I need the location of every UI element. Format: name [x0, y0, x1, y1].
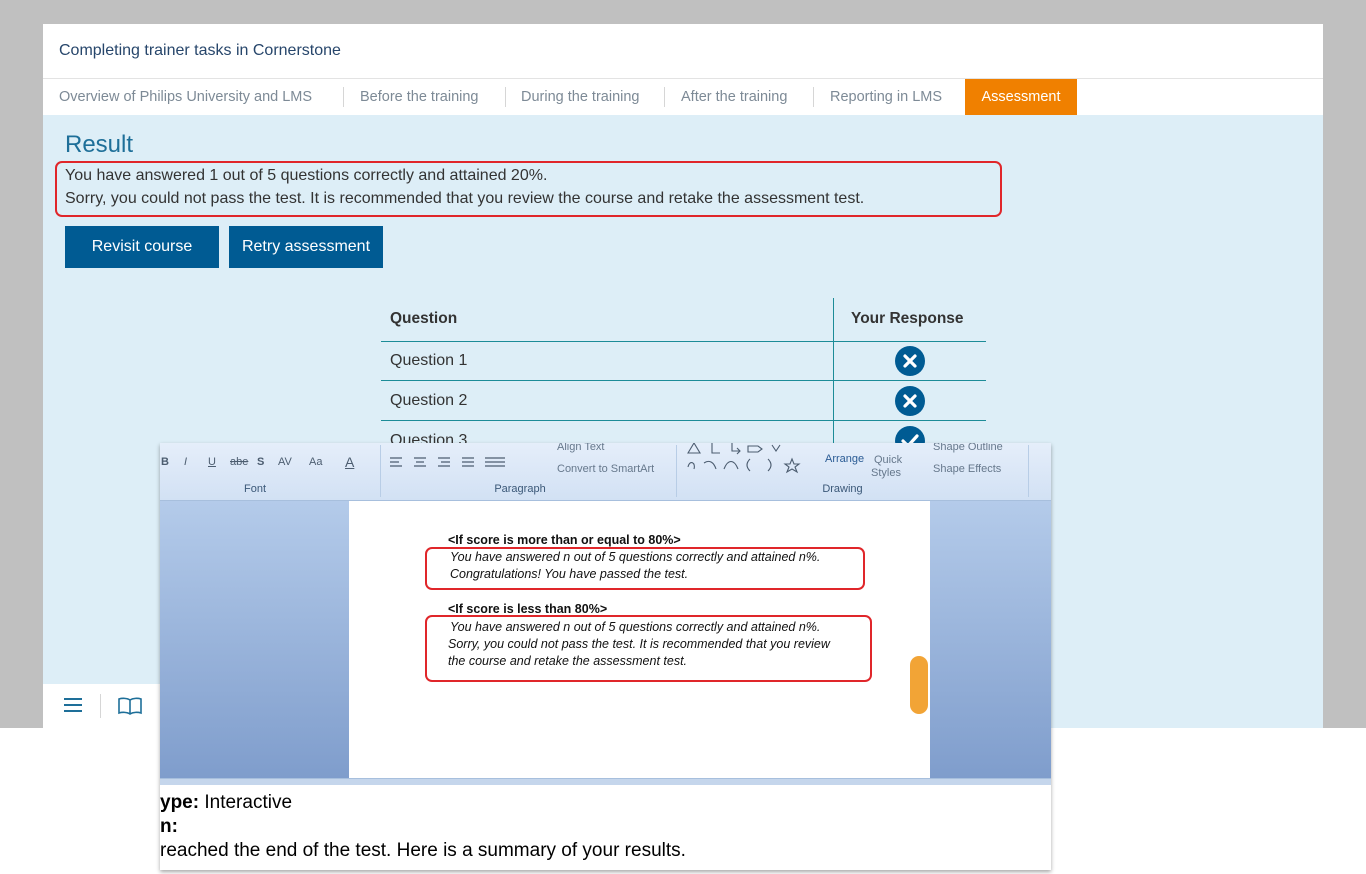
menu-icon[interactable]: [63, 696, 83, 719]
shadow-button[interactable]: S: [257, 456, 264, 468]
shapes-gallery[interactable]: [684, 443, 814, 480]
ribbon-divider: [380, 445, 381, 497]
document-area: <If score is more than or equal to 80%> …: [160, 501, 1051, 778]
word-document-overlay: B I U abe S AV Aa A Font Align Text Conv…: [160, 443, 1051, 870]
course-nav: Overview of Philips University and LMS B…: [43, 79, 1323, 115]
highlight-box: [55, 161, 1002, 217]
quick-styles-sublabel[interactable]: Styles: [871, 467, 901, 479]
nav-divider: [343, 87, 344, 107]
notes-type-label: ype:: [160, 792, 200, 813]
course-title: Completing trainer tasks in Cornerstone: [59, 42, 341, 59]
underline-button[interactable]: U: [208, 456, 216, 468]
pass-condition-heading: <If score is more than or equal to 80%>: [448, 533, 681, 547]
align-text-button[interactable]: Align Text: [557, 443, 605, 453]
arrange-button[interactable]: Arrange: [825, 453, 864, 465]
tab-overview[interactable]: Overview of Philips University and LMS: [59, 79, 312, 115]
strikethrough-button[interactable]: abe: [230, 456, 248, 468]
change-case-button[interactable]: Aa: [309, 456, 322, 468]
course-footer: [43, 684, 163, 728]
nav-divider: [505, 87, 506, 107]
notes-type-value: Interactive: [204, 792, 293, 813]
table-row-question: Question 1: [390, 352, 468, 369]
nav-divider: [664, 87, 665, 107]
word-ribbon: B I U abe S AV Aa A Font Align Text Conv…: [160, 443, 1051, 501]
table-rule: [381, 420, 986, 421]
highlight-box: [425, 615, 872, 682]
document-page: <If score is more than or equal to 80%> …: [349, 501, 930, 778]
response-column-header: Your Response: [851, 310, 964, 327]
fail-condition-heading: <If score is less than 80%>: [448, 602, 608, 616]
notes-type-line: ype: Interactive: [160, 792, 292, 814]
align-buttons[interactable]: [387, 455, 505, 474]
paragraph-group-label: Paragraph: [494, 483, 546, 495]
document-bottom-bar: [160, 778, 1051, 785]
tab-assessment[interactable]: Assessment: [965, 79, 1077, 115]
notes-panel: ype: Interactive n: reached the end of t…: [160, 788, 1051, 870]
result-heading: Result: [65, 131, 134, 158]
retry-assessment-button[interactable]: Retry assessment: [229, 226, 383, 268]
highlight-box: [425, 547, 865, 590]
revisit-course-button[interactable]: Revisit course: [65, 226, 219, 268]
font-color-button[interactable]: A: [345, 454, 354, 470]
char-spacing-button[interactable]: AV: [278, 456, 292, 468]
tab-before-training[interactable]: Before the training: [360, 79, 479, 115]
italic-button[interactable]: I: [184, 456, 187, 468]
bold-button[interactable]: B: [161, 456, 169, 468]
notes-text: reached the end of the test. Here is a s…: [160, 840, 686, 861]
x-circle-icon: [895, 346, 925, 376]
nav-divider: [813, 87, 814, 107]
convert-smartart-button[interactable]: Convert to SmartArt: [557, 463, 654, 475]
footer-divider: [100, 694, 101, 718]
ribbon-divider: [1028, 445, 1029, 497]
book-icon[interactable]: [117, 696, 143, 721]
shape-effects-button[interactable]: Shape Effects: [933, 463, 1001, 475]
x-circle-icon: [895, 386, 925, 416]
scroll-navigator[interactable]: [910, 656, 928, 714]
drawing-group-label: Drawing: [822, 483, 863, 495]
notes-n-label: n:: [160, 816, 178, 837]
tab-reporting[interactable]: Reporting in LMS: [830, 79, 942, 115]
course-header: Completing trainer tasks in Cornerstone: [43, 24, 1323, 79]
tab-during-training[interactable]: During the training: [521, 79, 640, 115]
tab-after-training[interactable]: After the training: [681, 79, 787, 115]
notes-n-line: n:: [160, 816, 178, 838]
quick-styles-label[interactable]: Quick: [874, 454, 902, 466]
shape-outline-button[interactable]: Shape Outline: [933, 443, 1003, 453]
question-column-header: Question: [390, 310, 458, 327]
font-group-label: Font: [243, 483, 266, 495]
table-rule: [381, 380, 986, 381]
table-row-question: Question 2: [390, 392, 468, 409]
ribbon-divider: [676, 445, 677, 497]
table-rule: [381, 341, 986, 342]
